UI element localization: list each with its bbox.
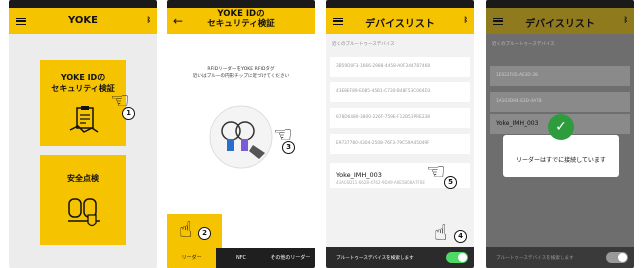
device-list-screen: デバイスリスト ᛒ 近くのブルートゥースデバイス 3B59D0F3-1666-2… (326, 0, 474, 268)
bluetooth-icon[interactable]: ᛒ (624, 16, 628, 24)
list-header: 近くのブルートゥースデバイス (492, 42, 555, 47)
rfid-scan-screen: ← YOKE IDの セキュリティ検証 RFIDリーダーをYOKE RFIDタグ… (167, 0, 315, 268)
step-number-5: 5 (444, 176, 457, 189)
bluetooth-icon[interactable]: ᛒ (464, 16, 468, 24)
device-list-item[interactable]: 1E022F05-AE3D-38 (490, 66, 630, 86)
tab-reader[interactable]: リーダー (167, 248, 217, 268)
list-header: 近くのブルートゥースデバイス (332, 42, 395, 47)
clipboard-handshake-icon (69, 106, 99, 133)
device-list-item[interactable]: 1A103D94-E3D-4A78 (490, 92, 630, 112)
status-bar (167, 0, 315, 8)
harness-shield-icon (68, 198, 100, 227)
device-list-item[interactable]: E9737780-4304-2508-76F3-79C59A45049F (330, 134, 470, 154)
device-list-item[interactable]: 43E8EF89-E085-45B1-C730-B48F53C064D3 (330, 82, 470, 102)
device-connected-screen: デバイスリスト ᛒ 近くのブルートゥースデバイス 1E022F05-AE3D-3… (486, 0, 634, 268)
device-name: Yoke_IMH_003 (336, 171, 382, 179)
top-bar: デバイスリスト ᛒ (486, 8, 634, 34)
pointing-hand-icon: ☝ (179, 218, 193, 243)
bluetooth-search-label: ブルートゥースデバイスを検索します (496, 256, 574, 261)
bluetooth-search-toggle[interactable] (606, 252, 628, 263)
screen-title: デバイスリスト (525, 19, 595, 30)
step-number-1: 1 (122, 107, 135, 120)
instruction-line2: 近いはブルーの円形チップに近づけてください (192, 74, 290, 79)
instruction-line1: RFIDリーダーをYOKE RFIDタグ (207, 67, 275, 72)
bluetooth-search-bar: ブルートゥースデバイスを検索します (326, 247, 474, 268)
tab-other-reader[interactable]: その他のリーダー (266, 248, 315, 268)
rfid-tag-reader-icon (209, 105, 273, 169)
step-number-4: 4 (454, 230, 467, 243)
bluetooth-search-toggle[interactable] (446, 252, 468, 263)
dialog-message: リーダーはすでに接続しています (516, 157, 606, 164)
top-bar: YOKE ᛒ (9, 8, 157, 34)
tab-nfc[interactable]: NFC (216, 248, 265, 268)
check-icon: ✓ (548, 114, 574, 140)
top-bar: ← YOKE IDの セキュリティ検証 (167, 8, 315, 34)
safety-check-card[interactable]: 安全点検 (40, 155, 126, 245)
status-bar (9, 0, 157, 8)
pointing-hand-icon: ☜ (426, 160, 446, 185)
toggle-knob (458, 253, 467, 262)
status-bar (326, 0, 474, 8)
step-number-3: 3 (282, 141, 295, 154)
tab-bar: リーダー NFC その他のリーダー (167, 248, 315, 268)
status-bar (486, 0, 634, 8)
connected-dialog: リーダーはすでに接続しています (503, 135, 619, 177)
title-line2: セキュリティ検証 (207, 19, 275, 29)
pointing-hand-icon: ☝ (434, 221, 448, 246)
device-list-item[interactable]: 3B59D0F3-1666-2988-4458-A0F344787468 (330, 57, 470, 77)
bluetooth-search-bar: ブルートゥースデバイスを検索します (486, 247, 634, 268)
device-list-item[interactable]: 678D6480-3800-226F-759E-F12B51PRE238 (330, 108, 470, 128)
title-line1: YOKE IDの (217, 9, 265, 19)
bluetooth-search-label: ブルートゥースデバイスを検索します (336, 256, 414, 261)
bluetooth-icon[interactable]: ᛒ (147, 16, 151, 24)
tab-highlight (167, 214, 222, 248)
screen-title: YOKE IDの セキュリティ検証 (167, 9, 315, 29)
step-number-2: 2 (198, 227, 211, 240)
scan-instruction: RFIDリーダーをYOKE RFIDタグ 近いはブルーの円形チップに近づけてくだ… (175, 66, 307, 80)
device-id: 43AC6D11-6628-4762-9D49-A0E5B08A7F0E (336, 180, 425, 185)
screen-title: デバイスリスト (365, 19, 435, 30)
app-title: YOKE (68, 15, 98, 26)
home-screen: YOKE ᛒ YOKE IDの セキュリティ検証 ☜ 1 安全点検 (9, 0, 157, 268)
card-label: 安全点検 (67, 174, 99, 183)
toggle-knob (618, 253, 627, 262)
card-label-line1: YOKE IDの (60, 73, 106, 82)
top-bar: デバイスリスト ᛒ (326, 8, 474, 34)
